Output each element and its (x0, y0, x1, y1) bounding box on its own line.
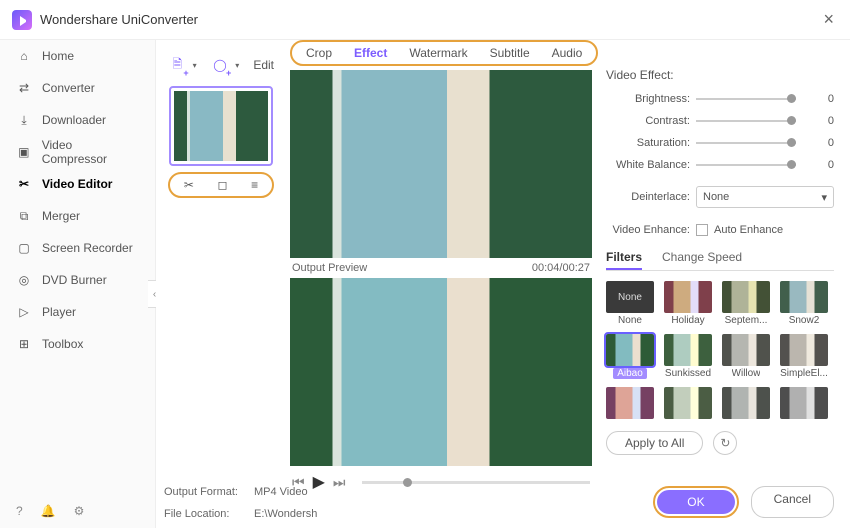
sidebar: ⌂Home ⇄Converter ⤓Downloader ▣Video Comp… (0, 40, 156, 528)
file-icon: 🗎 (172, 55, 182, 76)
home-icon: ⌂ (16, 49, 32, 63)
subtab-filters[interactable]: Filters (606, 246, 642, 270)
editor-icon: ✂ (16, 177, 32, 191)
sidebar-item-home[interactable]: ⌂Home (0, 40, 155, 72)
filter-willow[interactable]: Willow (722, 334, 770, 379)
file-location-label: File Location: (164, 508, 244, 520)
apply-all-button[interactable]: Apply to All (606, 431, 703, 455)
help-icon[interactable]: ? (16, 504, 23, 518)
filter-aibao[interactable]: Aibao (606, 334, 654, 379)
reset-icon[interactable]: ↻ (713, 431, 737, 455)
edit-button[interactable]: Edit (253, 58, 274, 72)
player-icon: ▷ (16, 305, 32, 319)
filter-simpleel[interactable]: SimpleEl... (780, 334, 828, 379)
app-title: Wondershare UniConverter (40, 12, 198, 27)
output-format-value[interactable]: MP4 Video (254, 486, 308, 498)
contrast-value: 0 (804, 115, 834, 127)
brightness-slider[interactable] (696, 98, 796, 100)
output-preview-label: Output Preview (292, 262, 367, 274)
contrast-slider[interactable] (696, 120, 796, 122)
cancel-button[interactable]: Cancel (751, 486, 834, 518)
sidebar-item-recorder[interactable]: ▢Screen Recorder (0, 232, 155, 264)
clip-icon: ◯ (213, 58, 226, 72)
output-format-label: Output Format: (164, 486, 244, 498)
tab-crop[interactable]: Crop (306, 46, 332, 60)
menu-icon[interactable]: ≡ (251, 178, 258, 192)
downloader-icon: ⤓ (16, 113, 32, 128)
sidebar-item-editor[interactable]: ✂Video Editor (0, 168, 155, 200)
contrast-label: Contrast: (606, 115, 690, 127)
white-balance-label: White Balance: (606, 159, 690, 171)
auto-enhance-label: Auto Enhance (714, 224, 783, 236)
brightness-value: 0 (804, 93, 834, 105)
chevron-down-icon[interactable]: ▾ (235, 61, 239, 70)
subtab-change-speed[interactable]: Change Speed (662, 246, 742, 270)
sidebar-item-downloader[interactable]: ⤓Downloader (0, 104, 155, 136)
video-effect-title: Video Effect: (606, 68, 834, 82)
crop-icon[interactable]: ◻ (218, 178, 228, 192)
filter-none[interactable]: NoneNone (606, 281, 654, 326)
filter-extra-2[interactable] (664, 387, 712, 419)
filter-holiday[interactable]: Holiday (664, 281, 712, 326)
brightness-label: Brightness: (606, 93, 690, 105)
tab-effect[interactable]: Effect (354, 46, 387, 60)
playback-track[interactable] (362, 481, 590, 484)
add-clip-button[interactable]: ◯+ (211, 54, 230, 76)
clip-thumbnail[interactable] (169, 86, 273, 166)
filter-september[interactable]: Septem... (722, 281, 770, 326)
deinterlace-dropdown[interactable]: None▾ (696, 186, 834, 208)
filter-extra-3[interactable] (722, 387, 770, 419)
playback-knob[interactable] (403, 478, 412, 487)
preview-time: 00:04/00:27 (532, 262, 590, 274)
compressor-icon: ▣ (16, 145, 32, 159)
merger-icon: ⧉ (16, 209, 32, 224)
converter-icon: ⇄ (16, 81, 32, 95)
tab-audio[interactable]: Audio (552, 46, 583, 60)
thumbnail-image (174, 91, 268, 161)
saturation-value: 0 (804, 137, 834, 149)
trim-icon[interactable]: ✂ (184, 178, 194, 192)
filter-extra-1[interactable] (606, 387, 654, 419)
saturation-slider[interactable] (696, 142, 796, 144)
sidebar-item-merger[interactable]: ⧉Merger (0, 200, 155, 232)
deinterlace-label: Deinterlace: (606, 191, 690, 203)
filter-extra-4[interactable] (780, 387, 828, 419)
sidebar-item-compressor[interactable]: ▣Video Compressor (0, 136, 155, 168)
sidebar-item-player[interactable]: ▷Player (0, 296, 155, 328)
recorder-icon: ▢ (16, 241, 32, 255)
bell-icon[interactable]: 🔔 (41, 504, 56, 518)
filter-snow2[interactable]: Snow2 (780, 281, 828, 326)
white-balance-value: 0 (804, 159, 834, 171)
chevron-down-icon: ▾ (821, 191, 827, 204)
file-location-value[interactable]: E:\Wondersh (254, 508, 317, 520)
chevron-down-icon[interactable]: ▾ (193, 61, 197, 70)
add-file-button[interactable]: 🗎+ (168, 54, 187, 76)
sidebar-item-dvd[interactable]: ◎DVD Burner (0, 264, 155, 296)
toolbox-icon: ⊞ (16, 337, 32, 351)
saturation-label: Saturation: (606, 137, 690, 149)
workspace: 🗎+ ▾ ◯+ ▾ Edit ✂ ◻ ≡ Output Format:MP4 V… (156, 40, 286, 528)
settings-icon[interactable]: ⚙ (74, 504, 85, 518)
white-balance-slider[interactable] (696, 164, 796, 166)
effect-tabs: Crop Effect Watermark Subtitle Audio (290, 40, 598, 66)
next-frame-button[interactable]: ⏭ (333, 474, 346, 491)
tab-subtitle[interactable]: Subtitle (490, 46, 530, 60)
filters-grid: NoneNone Holiday Septem... Snow2 Aibao S… (606, 281, 834, 419)
ok-button[interactable]: OK (657, 490, 734, 514)
auto-enhance-checkbox[interactable] (696, 224, 708, 236)
output-preview (290, 278, 592, 466)
dvd-icon: ◎ (16, 273, 32, 287)
app-logo (12, 10, 32, 30)
sidebar-item-toolbox[interactable]: ⊞Toolbox (0, 328, 155, 360)
tab-watermark[interactable]: Watermark (409, 46, 467, 60)
filter-sunkissed[interactable]: Sunkissed (664, 334, 712, 379)
enhance-label: Video Enhance: (606, 224, 690, 236)
sidebar-item-converter[interactable]: ⇄Converter (0, 72, 155, 104)
source-preview (290, 70, 592, 258)
close-icon[interactable]: × (819, 5, 838, 34)
